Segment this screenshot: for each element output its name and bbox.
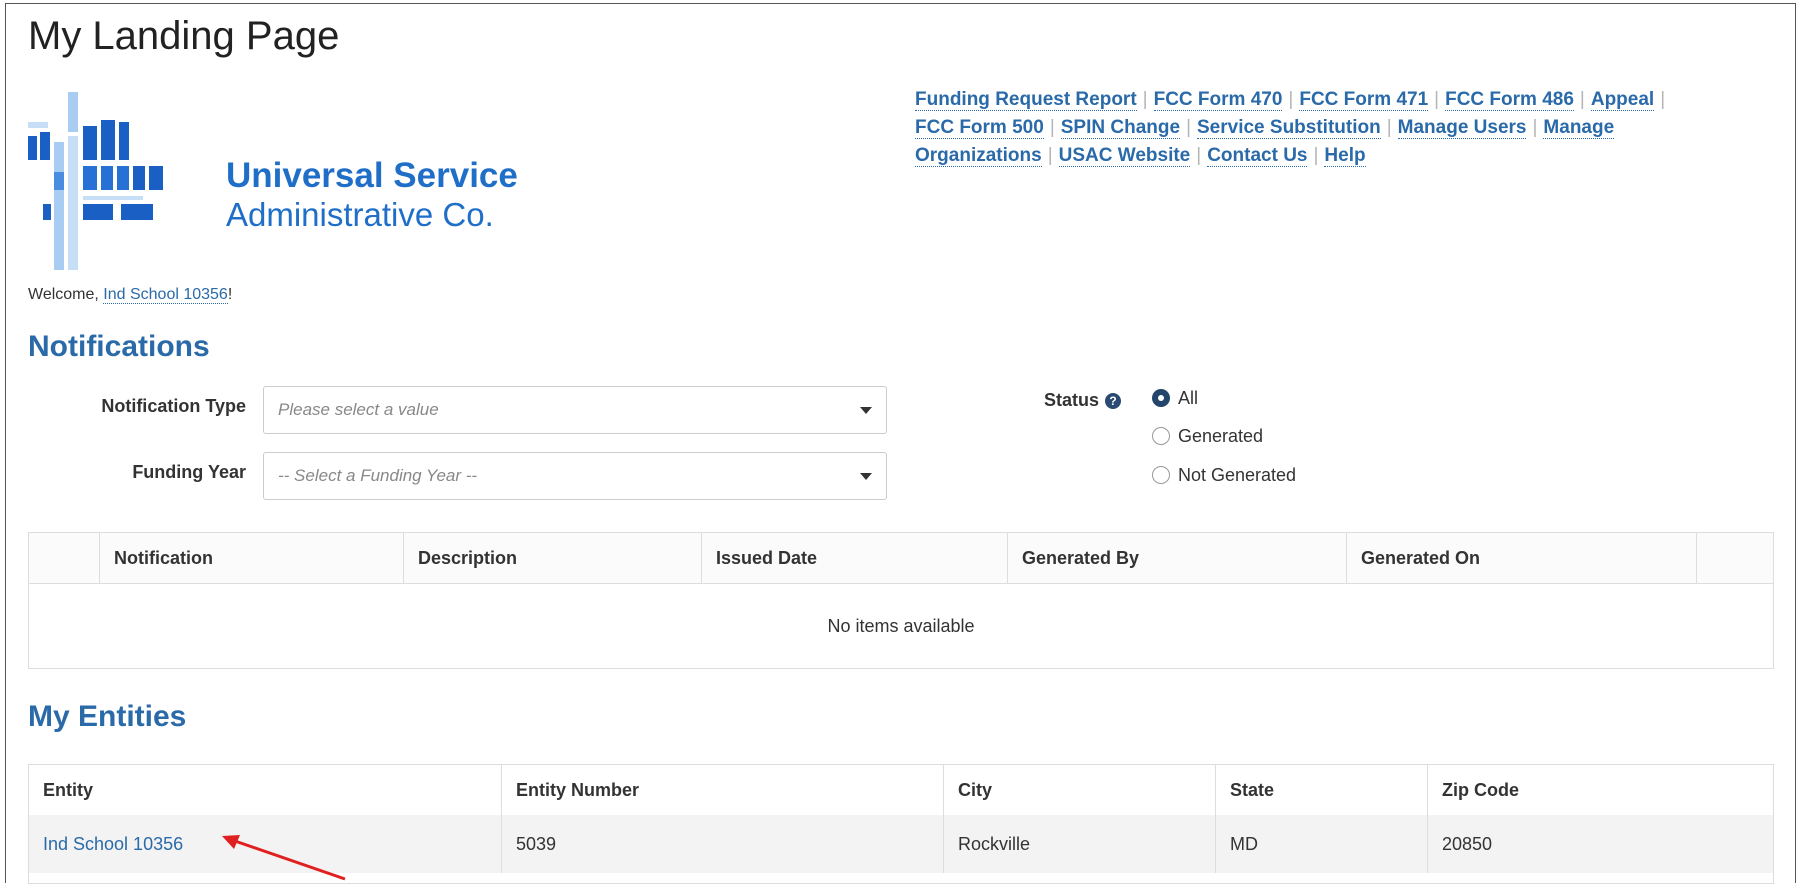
column-zip-code[interactable]: Zip Code [1427, 765, 1775, 815]
link-manage-users[interactable]: Manage Users [1397, 117, 1527, 139]
status-radio-all[interactable]: All [1152, 388, 1198, 409]
link-appeal[interactable]: Appeal [1590, 89, 1655, 111]
usac-logo-mark-icon [28, 92, 163, 270]
column-city[interactable]: City [943, 765, 1215, 815]
column-select [29, 533, 99, 583]
status-label: Status? [1044, 390, 1122, 411]
status-radio-generated[interactable]: Generated [1152, 426, 1263, 447]
city-cell: Rockville [943, 815, 1215, 873]
help-icon[interactable]: ? [1105, 393, 1122, 409]
page-title: My Landing Page [28, 14, 340, 58]
link-contact-us[interactable]: Contact Us [1207, 145, 1308, 167]
notifications-title: Notifications [28, 330, 210, 363]
column-entity-number[interactable]: Entity Number [501, 765, 943, 815]
link-service-substitution[interactable]: Service Substitution [1197, 117, 1381, 139]
welcome-user-link[interactable]: Ind School 10356 [103, 286, 228, 304]
column-state[interactable]: State [1215, 765, 1427, 815]
notifications-table: Notification Description Issued Date Gen… [28, 532, 1774, 669]
link-help[interactable]: Help [1324, 145, 1366, 167]
column-description[interactable]: Description [403, 533, 701, 583]
logo-text-line2: Administrative Co. [226, 196, 494, 233]
link-fcc-form-471[interactable]: FCC Form 471 [1299, 89, 1429, 111]
radio-checked-icon [1152, 389, 1170, 407]
column-generated-by[interactable]: Generated By [1007, 533, 1346, 583]
link-fcc-form-470[interactable]: FCC Form 470 [1153, 89, 1283, 111]
funding-year-label: Funding Year [132, 462, 246, 482]
funding-year-placeholder: -- Select a Funding Year -- [278, 466, 478, 485]
column-generated-on[interactable]: Generated On [1346, 533, 1696, 583]
column-entity[interactable]: Entity [29, 765, 501, 815]
my-entities-title: My Entities [28, 700, 187, 733]
welcome-message: Welcome, Ind School 10356! [28, 286, 233, 304]
notifications-table-header: Notification Description Issued Date Gen… [29, 533, 1773, 584]
radio-unchecked-icon [1152, 427, 1170, 445]
notification-type-label: Notification Type [101, 396, 246, 416]
link-spin-change[interactable]: SPIN Change [1060, 117, 1181, 139]
state-cell: MD [1215, 815, 1427, 873]
column-actions [1696, 533, 1775, 583]
logo-text-line1: Universal Service [226, 156, 518, 195]
chevron-down-icon [860, 407, 872, 414]
radio-unchecked-icon [1152, 466, 1170, 484]
link-usac-website[interactable]: USAC Website [1058, 145, 1191, 167]
link-funding-request-report[interactable]: Funding Request Report [915, 89, 1137, 111]
column-issued-date[interactable]: Issued Date [701, 533, 1007, 583]
no-items-message: No items available [827, 616, 975, 636]
column-notification[interactable]: Notification [99, 533, 403, 583]
entities-table-header: Entity Entity Number City State Zip Code [29, 765, 1773, 816]
annotation-arrow-icon [222, 835, 346, 881]
entity-number-cell: 5039 [501, 815, 943, 873]
notification-type-placeholder: Please select a value [278, 400, 439, 419]
chevron-down-icon [860, 473, 872, 480]
link-fcc-form-486[interactable]: FCC Form 486 [1445, 89, 1574, 111]
link-fcc-form-500[interactable]: FCC Form 500 [915, 117, 1044, 139]
usac-logo: Universal Service Administrative Co. [28, 92, 548, 270]
funding-year-select[interactable]: -- Select a Funding Year -- [263, 452, 887, 500]
entity-link[interactable]: Ind School 10356 [43, 834, 183, 855]
status-radio-not-generated[interactable]: Not Generated [1152, 465, 1296, 486]
top-nav-links: Funding Request Report | FCC Form 470 | FCC … [915, 89, 1666, 167]
notification-type-select[interactable]: Please select a value [263, 386, 887, 434]
zip-code-cell: 20850 [1427, 815, 1775, 873]
